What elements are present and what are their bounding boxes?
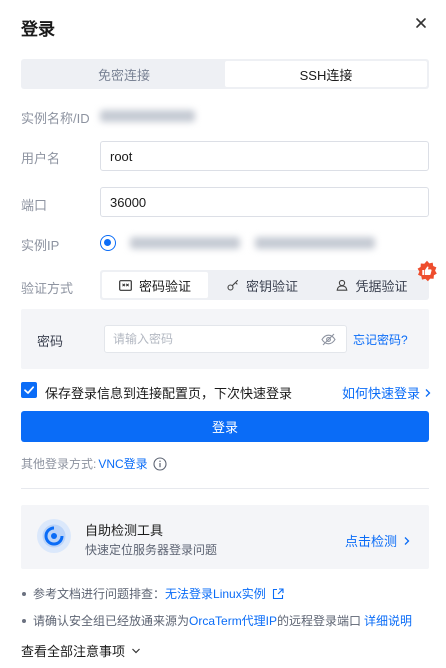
auth-key-option[interactable]: 密钥验证 [208, 272, 317, 298]
connection-tabs: 免密连接 SSH连接 [21, 59, 429, 89]
auth-key-label: 密钥验证 [245, 278, 298, 294]
chevron-right-icon [425, 388, 431, 397]
divider [21, 488, 429, 489]
diagnostic-tool-icon [37, 519, 71, 553]
view-all-notes-text: 查看全部注意事项 [21, 644, 126, 659]
instance-name-value-redacted [100, 110, 195, 122]
other-login-row: 其他登录方式: VNC登录 [21, 455, 167, 472]
other-login-label: 其他登录方式: [21, 457, 97, 471]
password-input[interactable] [104, 325, 347, 353]
self-check-subtitle: 快速定位服务器登录问题 [85, 543, 218, 557]
radio-dot [104, 239, 111, 246]
private-ip-redacted [255, 237, 375, 249]
public-ip-redacted [130, 237, 240, 249]
info-icon[interactable] [153, 456, 167, 471]
port-label: 端口 [21, 198, 48, 213]
chevron-down-icon [132, 648, 140, 653]
details-link[interactable]: 详细说明 [364, 612, 412, 629]
port-input[interactable]: 36000 [100, 187, 429, 217]
tab-passwordless[interactable]: 免密连接 [23, 61, 225, 87]
auth-credential-label: 凭据验证 [355, 278, 408, 294]
thumbs-up-badge-icon[interactable] [416, 260, 438, 282]
cannot-login-linux-link[interactable]: 无法登录Linux实例 [165, 585, 266, 602]
run-check-link[interactable]: 点击检测 [345, 531, 411, 550]
auth-method-label: 验证方式 [21, 281, 74, 296]
self-check-title: 自助检测工具 [85, 523, 164, 538]
bullet-dot [22, 619, 26, 623]
password-label: 密码 [37, 334, 64, 349]
instance-ip-label: 实例IP [21, 238, 60, 253]
auth-credential-option[interactable]: 凭据验证 [317, 272, 427, 298]
checkmark-icon [24, 386, 35, 394]
eye-hidden-icon[interactable] [321, 332, 336, 347]
auth-password-label: 密码验证 [138, 278, 191, 294]
reference-1-prefix: 参考文档进行问题排查： [33, 587, 166, 601]
login-button[interactable]: 登录 [21, 411, 429, 442]
run-check-text: 点击检测 [345, 534, 398, 549]
instance-ip-radio[interactable] [100, 235, 116, 251]
save-login-label: 保存登录信息到连接配置页，下次快速登录 [45, 386, 293, 401]
orcaterm-proxy-ip-link[interactable]: OrcaTerm代理IP [189, 612, 277, 629]
tab-ssh[interactable]: SSH连接 [225, 61, 427, 87]
vnc-login-link[interactable]: VNC登录 [98, 455, 147, 472]
quick-login-link[interactable]: 如何快速登录 [342, 383, 432, 402]
chevron-right-icon [404, 536, 410, 545]
close-icon[interactable] [412, 14, 430, 32]
username-input[interactable]: root [100, 141, 429, 171]
password-icon [119, 279, 132, 291]
external-link-icon[interactable] [272, 587, 284, 600]
dialog-title: 登录 [21, 20, 55, 39]
auth-password-option[interactable]: 密码验证 [102, 272, 208, 298]
reference-2-prefix: 请确认安全组已经放通来源为 [33, 614, 190, 628]
username-label: 用户名 [21, 151, 61, 166]
forgot-password-link[interactable]: 忘记密码? [353, 331, 408, 348]
credential-icon [337, 279, 348, 291]
bullet-dot [22, 592, 26, 596]
key-icon [227, 279, 239, 291]
view-all-notes-toggle[interactable]: 查看全部注意事项 [21, 641, 141, 660]
instance-name-label: 实例名称/ID [21, 111, 90, 126]
reference-line-2: 请确认安全组已经放通来源为 OrcaTerm代理IP 的远程登录端口 详细说明 [33, 612, 412, 629]
reference-2-suffix: 的远程登录端口 [277, 614, 362, 628]
quick-login-text: 如何快速登录 [342, 386, 421, 401]
save-login-checkbox[interactable] [21, 382, 37, 398]
auth-method-selector: 密码验证 密钥验证 凭据验证 [100, 270, 429, 300]
reference-line-1: 参考文档进行问题排查： 无法登录Linux实例 [33, 585, 284, 602]
